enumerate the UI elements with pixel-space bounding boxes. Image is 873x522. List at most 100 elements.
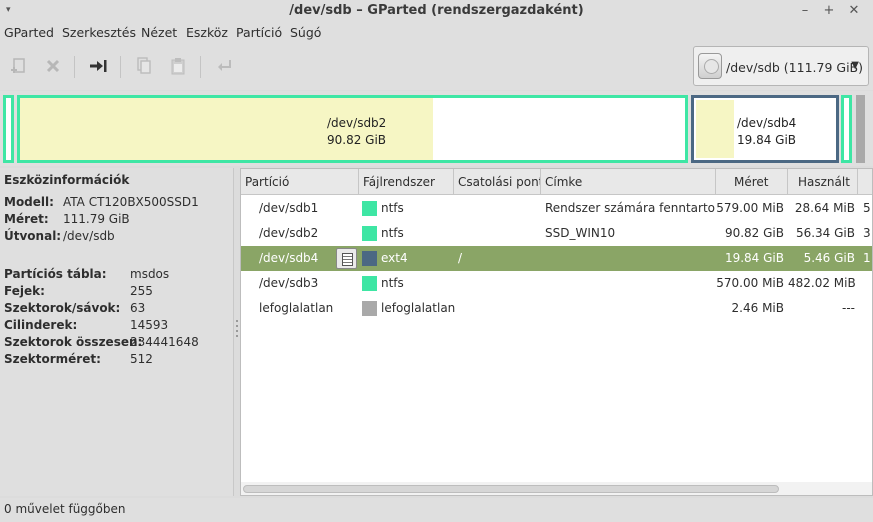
disk-map-sdb4-name: /dev/sdb4 [737, 116, 797, 130]
cell-filesystem: ntfs [381, 201, 404, 215]
maximize-icon[interactable]: + [820, 2, 838, 20]
column-header-filesystem[interactable]: Fájlrendszer [359, 169, 454, 195]
info-row-size: Méret: 111.79 GiB [4, 212, 130, 226]
info-row-partition-table: Partíciós tábla: msdos [4, 267, 169, 281]
device-info-panel: Eszközinformációk Modell: ATA CT120BX500… [0, 168, 234, 496]
hard-disk-icon [698, 53, 722, 79]
disk-map-sdb4[interactable]: /dev/sdb4 19.84 GiB [691, 95, 839, 163]
cell-used: 5.46 GiB [803, 251, 855, 265]
paste-icon[interactable] [167, 56, 189, 78]
chevron-down-icon: ▼ [851, 60, 859, 71]
device-selector-label: /dev/sdb (111.79 GiB) [726, 60, 863, 75]
panel-splitter-handle[interactable] [235, 320, 238, 346]
disk-map-unallocated[interactable] [856, 95, 865, 163]
cell-size: 2.46 MiB [731, 301, 784, 315]
info-row-sectors-per-track: Szektorok/sávok: 63 [4, 301, 145, 315]
cell-trailing: 3 [863, 226, 871, 240]
partition-table: Partíció Fájlrendszer Csatolási pont Cím… [240, 168, 873, 496]
undo-icon[interactable] [214, 56, 236, 78]
close-icon[interactable]: ✕ [845, 2, 863, 20]
disk-map-sdb4-size: 19.84 GiB [737, 133, 797, 147]
new-partition-icon[interactable] [7, 56, 29, 78]
info-value: 234441648 [130, 335, 199, 349]
info-row-model: Modell: ATA CT120BX500SSD1 [4, 195, 199, 209]
column-header-partition[interactable]: Partíció [241, 169, 359, 195]
cell-trailing: 5 [863, 201, 871, 215]
cell-trailing: 1 [863, 251, 871, 265]
title-bar: ▾ /dev/sdb – GParted (rendszergazdaként)… [0, 0, 873, 22]
filesystem-color-swatch [362, 201, 377, 216]
table-row[interactable]: lefoglalatlan lefoglalatlan 2.46 MiB --- [241, 296, 872, 321]
menu-partition[interactable]: Partíció [236, 25, 282, 40]
cell-label [545, 296, 715, 321]
column-header-size[interactable]: Méret [716, 169, 788, 195]
info-value: 63 [130, 301, 146, 315]
info-value: /dev/sdb [63, 229, 115, 243]
cell-mount-point: / [458, 251, 463, 265]
info-row-sector-size: Szektorméret: 512 [4, 352, 153, 366]
cell-partition: /dev/sdb2 [259, 226, 319, 240]
menu-view[interactable]: Nézet [141, 25, 177, 40]
cell-used: 56.34 GiB [795, 226, 855, 240]
resize-move-icon[interactable] [87, 56, 109, 78]
disk-map-sdb1[interactable] [3, 95, 14, 163]
window-title: /dev/sdb – GParted (rendszergazdaként) [289, 3, 584, 18]
device-selector[interactable]: /dev/sdb (111.79 GiB) ▼ [693, 46, 869, 86]
toolbar-separator [120, 56, 121, 78]
info-value: 512 [130, 352, 153, 366]
disk-map-sdb2[interactable]: /dev/sdb2 90.82 GiB [17, 95, 688, 163]
cell-filesystem: ntfs [381, 226, 404, 240]
cell-partition: /dev/sdb1 [259, 201, 319, 215]
delete-icon[interactable] [42, 56, 64, 78]
info-row-total-sectors: Szektorok összesen: 234441648 [4, 335, 199, 349]
disk-map-sdb2-size: 90.82 GiB [327, 133, 387, 147]
toolbar-separator [74, 56, 75, 78]
cell-size: 570.00 MiB [716, 276, 784, 290]
scrollbar-thumb[interactable] [243, 485, 779, 493]
cell-label [545, 246, 715, 271]
cell-partition: lefoglalatlan [259, 301, 334, 315]
table-row[interactable]: /dev/sdb3 ntfs 570.00 MiB 482.02 MiB [241, 271, 872, 296]
table-row[interactable]: /dev/sdb2 ntfs SSD_WIN10 90.82 GiB 56.34… [241, 221, 872, 246]
cell-filesystem: ntfs [381, 276, 404, 290]
copy-icon[interactable] [133, 56, 155, 78]
info-key: Fejek: [4, 284, 45, 298]
column-header-used[interactable]: Használt [788, 169, 858, 195]
minimize-icon[interactable]: – [796, 2, 814, 20]
menu-help[interactable]: Súgó [290, 25, 321, 40]
cell-used: --- [842, 301, 855, 315]
column-header-label[interactable]: Címke [541, 169, 716, 195]
info-value: 111.79 GiB [63, 212, 130, 226]
cell-filesystem: lefoglalatlan [381, 301, 456, 315]
table-row[interactable]: /dev/sdb1 ntfs Rendszer számára fenntart… [241, 196, 872, 221]
filesystem-color-swatch [362, 301, 377, 316]
pending-operations-status: 0 művelet függőben [4, 502, 126, 516]
column-header-overflow[interactable] [858, 169, 872, 195]
horizontal-scrollbar[interactable] [241, 482, 872, 495]
cell-size: 579.00 MiB [716, 201, 784, 215]
info-key: Útvonal: [4, 229, 62, 243]
info-key: Méret: [4, 212, 49, 226]
table-row-selected[interactable]: /dev/sdb4 ext4 / 19.84 GiB 5.46 GiB 1 [241, 246, 872, 271]
menu-bar: GParted Szerkesztés Nézet Eszköz Partíci… [0, 22, 873, 44]
menu-device[interactable]: Eszköz [186, 25, 228, 40]
info-value: 255 [130, 284, 153, 298]
cell-used: 482.02 MiB [788, 276, 855, 290]
toolbar-separator [200, 56, 201, 78]
cell-size: 19.84 GiB [724, 251, 784, 265]
filesystem-color-swatch [362, 251, 377, 266]
info-row-cylinders: Cilinderek: 14593 [4, 318, 168, 332]
info-key: Szektorok összesen: [4, 335, 143, 349]
info-key: Szektorok/sávok: [4, 301, 121, 315]
cell-size: 90.82 GiB [724, 226, 784, 240]
disk-map-sdb2-name: /dev/sdb2 [327, 116, 387, 130]
column-header-mount-point[interactable]: Csatolási pont [454, 169, 541, 195]
cell-filesystem: ext4 [381, 251, 408, 265]
toolbar: /dev/sdb (111.79 GiB) ▼ [0, 44, 873, 90]
menu-edit[interactable]: Szerkesztés [62, 25, 136, 40]
table-header: Partíció Fájlrendszer Csatolási pont Cím… [241, 169, 872, 195]
disk-map: /dev/sdb2 90.82 GiB /dev/sdb4 19.84 GiB [0, 91, 873, 166]
cell-partition: /dev/sdb4 [259, 251, 319, 265]
disk-map-sdb3[interactable] [841, 95, 852, 163]
menu-gparted[interactable]: GParted [4, 25, 54, 40]
